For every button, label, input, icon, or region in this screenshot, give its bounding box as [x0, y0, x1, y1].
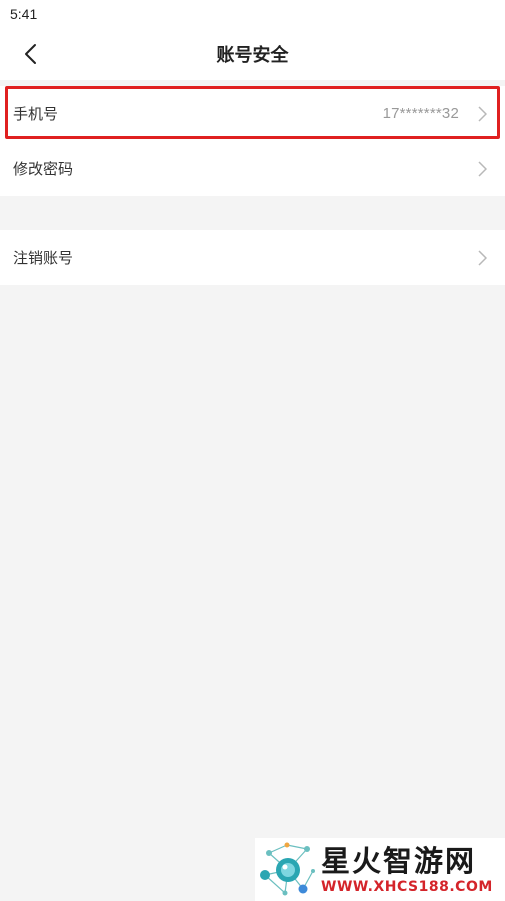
chevron-left-icon — [25, 44, 36, 64]
chevron-right-icon — [475, 160, 489, 178]
danger-group: 注销账号 — [0, 230, 505, 285]
deactivate-account-item[interactable]: 注销账号 — [0, 230, 505, 285]
page-title: 账号安全 — [216, 45, 289, 66]
chevron-right-icon — [475, 249, 489, 267]
change-password-label: 修改密码 — [13, 160, 74, 178]
account-group: 手机号 17*******32 修改密码 — [0, 86, 505, 196]
phone-number-value: 17*******32 — [382, 105, 459, 122]
network-logo-icon — [260, 842, 315, 895]
chevron-right-icon — [475, 105, 489, 123]
watermark: 星火智游网 WWW.XHCS188.COM — [255, 838, 505, 901]
status-time: 5:41 — [10, 6, 38, 22]
nav-bar: 账号安全 — [0, 28, 505, 80]
status-bar: 5:41 — [0, 0, 505, 28]
watermark-name: 星火智游网 — [321, 843, 477, 878]
deactivate-account-label: 注销账号 — [13, 249, 74, 267]
watermark-url: WWW.XHCS188.COM — [321, 878, 493, 895]
phone-number-label: 手机号 — [13, 105, 59, 123]
change-password-item[interactable]: 修改密码 — [0, 141, 505, 196]
back-button[interactable] — [12, 36, 48, 72]
phone-number-item[interactable]: 手机号 17*******32 — [0, 86, 505, 141]
